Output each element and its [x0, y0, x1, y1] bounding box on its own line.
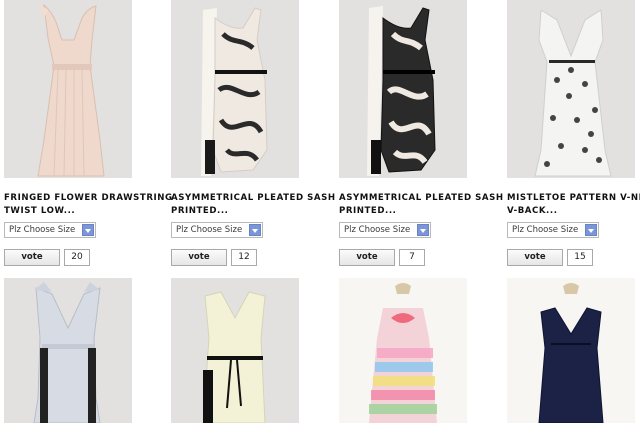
- vote-button[interactable]: vote: [171, 249, 227, 266]
- product-image-colorful-dress[interactable]: [339, 278, 467, 423]
- product-title[interactable]: FRINGED FLOWER DRAWSTRING TWIST LOW...: [4, 192, 173, 217]
- size-select[interactable]: Plz Choose Size: [171, 222, 263, 238]
- dress-photo-icon: [171, 0, 299, 178]
- vote-button[interactable]: vote: [507, 249, 563, 266]
- chevron-down-icon[interactable]: [82, 224, 94, 236]
- product-image-mistletoe-dress[interactable]: [507, 0, 635, 178]
- vote-count: 12: [231, 249, 257, 266]
- product-title-line1: FRINGED FLOWER DRAWSTRING: [4, 193, 173, 203]
- size-select[interactable]: Plz Choose Size: [4, 222, 96, 238]
- vote-button[interactable]: vote: [4, 249, 60, 266]
- size-select[interactable]: Plz Choose Size: [507, 222, 599, 238]
- size-select-value: Plz Choose Size: [344, 225, 411, 235]
- product-image-cream-dress[interactable]: [171, 278, 299, 423]
- dress-photo-icon: [339, 0, 467, 178]
- dress-photo-icon: [4, 278, 132, 423]
- vote-count: 7: [399, 249, 425, 266]
- dress-photo-icon: [171, 278, 299, 423]
- dress-photo-icon: [339, 278, 467, 423]
- product-title-line1: MISTLETOE PATTERN V-NECK: [507, 193, 640, 203]
- product-title-line2: PRINTED...: [171, 205, 229, 216]
- size-select[interactable]: Plz Choose Size: [339, 222, 431, 238]
- product-image-print-dress-dark[interactable]: [339, 0, 467, 178]
- chevron-down-icon[interactable]: [417, 224, 429, 236]
- product-title-line2: V-BACK...: [507, 205, 558, 216]
- vote-count: 15: [567, 249, 593, 266]
- product-title-line2: TWIST LOW...: [4, 205, 76, 216]
- product-title[interactable]: ASYMMETRICAL PLEATED SASH PRINTED...: [339, 192, 504, 217]
- product-title[interactable]: ASYMMETRICAL PLEATED SASH PRINTED...: [171, 192, 336, 217]
- product-title-line2: PRINTED...: [339, 205, 397, 216]
- chevron-down-icon[interactable]: [585, 224, 597, 236]
- product-image-navy-dress[interactable]: [507, 278, 635, 423]
- dress-photo-icon: [4, 0, 132, 178]
- product-title-line1: ASYMMETRICAL PLEATED SASH: [171, 193, 336, 203]
- dress-photo-icon: [507, 0, 635, 178]
- chevron-down-icon[interactable]: [249, 224, 261, 236]
- product-title[interactable]: MISTLETOE PATTERN V-NECK V-BACK...: [507, 192, 640, 217]
- product-title-line1: ASYMMETRICAL PLEATED SASH: [339, 193, 504, 203]
- size-select-value: Plz Choose Size: [512, 225, 579, 235]
- size-select-value: Plz Choose Size: [176, 225, 243, 235]
- product-image-blush-dress[interactable]: [4, 0, 132, 178]
- product-image-lilac-dress[interactable]: [4, 278, 132, 423]
- size-select-value: Plz Choose Size: [9, 225, 76, 235]
- product-image-print-dress[interactable]: [171, 0, 299, 178]
- vote-button[interactable]: vote: [339, 249, 395, 266]
- vote-count: 20: [64, 249, 90, 266]
- dress-photo-icon: [507, 278, 635, 423]
